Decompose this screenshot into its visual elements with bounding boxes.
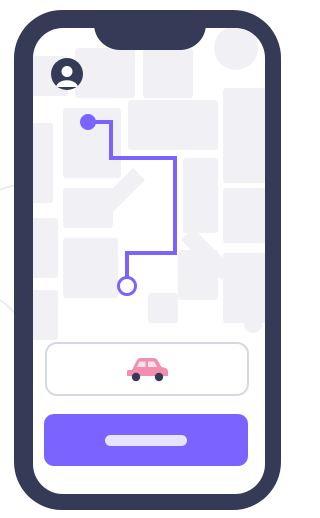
confirm-ride-button[interactable] [44, 414, 248, 466]
user-avatar-icon [56, 66, 78, 87]
car-icon [127, 358, 168, 382]
profile-button[interactable] [51, 58, 83, 90]
illustration-stage [0, 0, 281, 518]
route-end-ring [117, 276, 137, 296]
button-label-placeholder [105, 434, 187, 446]
ride-option-card[interactable] [45, 342, 249, 396]
route-start-dot [80, 114, 96, 130]
phone-notch [94, 10, 206, 50]
